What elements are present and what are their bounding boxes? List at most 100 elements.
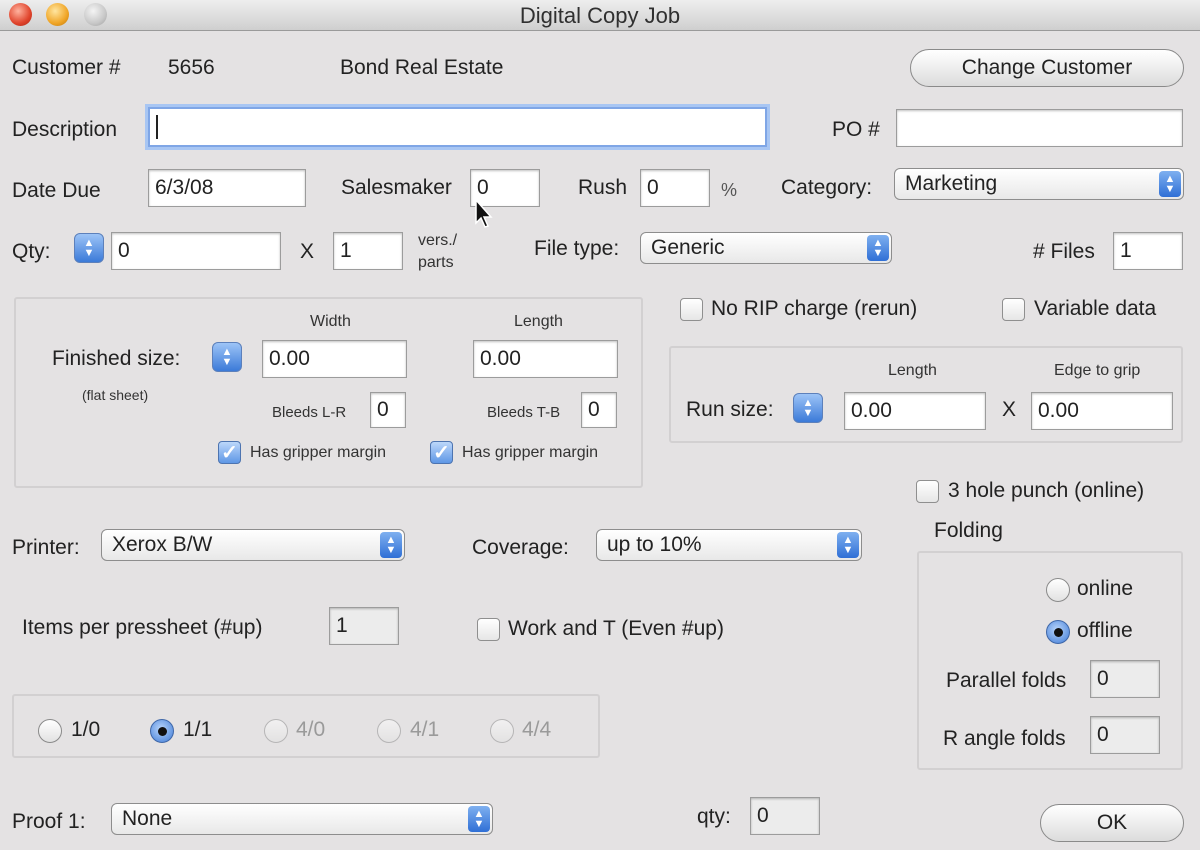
customer-name: Bond Real Estate bbox=[340, 56, 504, 79]
versions-input[interactable]: 1 bbox=[333, 232, 403, 270]
r-angle-folds-label: R angle folds bbox=[943, 727, 1066, 750]
edge-to-grip-input[interactable]: 0.00 bbox=[1031, 392, 1173, 430]
no-rip-checkbox[interactable] bbox=[680, 298, 703, 321]
folding-label: Folding bbox=[934, 519, 1003, 542]
date-due-input[interactable]: 6/3/08 bbox=[148, 169, 306, 207]
color-4-1-label: 4/1 bbox=[410, 718, 440, 741]
category-label: Category: bbox=[781, 176, 873, 199]
change-customer-button[interactable]: Change Customer bbox=[910, 49, 1184, 87]
file-type-popup[interactable]: Generic ▲ ▼ bbox=[640, 232, 892, 264]
files-input[interactable]: 1 bbox=[1113, 232, 1183, 270]
rush-percent-label: % bbox=[721, 180, 738, 200]
color-1-1-label: 1/1 bbox=[183, 718, 213, 741]
category-value: Marketing bbox=[905, 172, 998, 195]
variable-data-checkbox[interactable] bbox=[1002, 298, 1025, 321]
popup-arrows-icon: ▲ ▼ bbox=[380, 532, 402, 558]
bleeds-tb-label: Bleeds T-B bbox=[487, 404, 561, 421]
folding-offline-label: offline bbox=[1077, 619, 1133, 642]
length-header: Length bbox=[514, 313, 563, 330]
bleeds-lr-input[interactable]: 0 bbox=[370, 392, 406, 428]
coverage-value: up to 10% bbox=[607, 533, 702, 556]
items-per-pressheet-input[interactable]: 1 bbox=[329, 607, 399, 645]
description-label: Description bbox=[12, 118, 118, 141]
run-size-label: Run size: bbox=[686, 398, 774, 421]
mouse-cursor-icon bbox=[475, 199, 493, 228]
color-4-0-label: 4/0 bbox=[296, 718, 326, 741]
hole-punch-label: 3 hole punch (online) bbox=[948, 479, 1145, 502]
parts-label: parts bbox=[418, 254, 454, 271]
po-label: PO # bbox=[832, 118, 880, 141]
folding-online-radio[interactable] bbox=[1046, 578, 1070, 602]
popup-arrows-icon: ▲ ▼ bbox=[468, 806, 490, 832]
width-header: Width bbox=[310, 313, 351, 330]
text-cursor bbox=[156, 115, 158, 139]
flat-sheet-label: (flat sheet) bbox=[82, 387, 149, 403]
date-due-label: Date Due bbox=[12, 179, 101, 202]
proof-qty-label: qty: bbox=[697, 805, 731, 828]
qty-x-label: X bbox=[300, 240, 315, 263]
color-1-0-radio[interactable] bbox=[38, 719, 62, 743]
color-4-4-label: 4/4 bbox=[522, 718, 552, 741]
folding-offline-radio[interactable] bbox=[1046, 620, 1070, 644]
finished-length-input[interactable]: 0.00 bbox=[473, 340, 618, 378]
variable-data-label: Variable data bbox=[1034, 297, 1157, 320]
gripper-margin-checkbox-1[interactable]: ✓ bbox=[218, 441, 241, 464]
proof-popup[interactable]: None ▲ ▼ bbox=[111, 803, 493, 835]
finished-width-input[interactable]: 0.00 bbox=[262, 340, 407, 378]
finished-size-stepper[interactable]: ▲ ▼ bbox=[212, 342, 242, 372]
r-angle-folds-input[interactable]: 0 bbox=[1090, 716, 1160, 754]
work-and-t-label: Work and T (Even #up) bbox=[508, 617, 724, 640]
printer-label: Printer: bbox=[12, 536, 80, 559]
parallel-folds-input[interactable]: 0 bbox=[1090, 660, 1160, 698]
color-1-0-label: 1/0 bbox=[71, 718, 101, 741]
proof-qty-input[interactable]: 0 bbox=[750, 797, 820, 835]
gripper-margin-checkbox-2[interactable]: ✓ bbox=[430, 441, 453, 464]
customer-number: 5656 bbox=[168, 56, 215, 79]
hole-punch-checkbox[interactable] bbox=[916, 480, 939, 503]
window-title: Digital Copy Job bbox=[519, 3, 681, 28]
run-length-input[interactable]: 0.00 bbox=[844, 392, 986, 430]
rush-input[interactable]: 0 bbox=[640, 169, 710, 207]
file-type-label: File type: bbox=[534, 237, 620, 260]
run-length-header: Length bbox=[888, 362, 937, 379]
qty-input[interactable]: 0 bbox=[111, 232, 281, 270]
proof-value: None bbox=[122, 807, 173, 830]
files-label: # Files bbox=[1033, 240, 1095, 263]
no-rip-label: No RIP charge (rerun) bbox=[711, 297, 918, 320]
bleeds-tb-input[interactable]: 0 bbox=[581, 392, 617, 428]
popup-arrows-icon: ▲ ▼ bbox=[867, 235, 889, 261]
coverage-popup[interactable]: up to 10% ▲ ▼ bbox=[596, 529, 862, 561]
description-input[interactable] bbox=[148, 107, 767, 147]
work-and-t-checkbox[interactable] bbox=[477, 618, 500, 641]
gripper-margin-label-2: Has gripper margin bbox=[462, 444, 599, 461]
printer-popup[interactable]: Xerox B/W ▲ ▼ bbox=[101, 529, 405, 561]
coverage-label: Coverage: bbox=[472, 536, 569, 559]
gripper-margin-label-1: Has gripper margin bbox=[250, 444, 387, 461]
color-4-1-radio[interactable] bbox=[377, 719, 401, 743]
bleeds-lr-label: Bleeds L-R bbox=[272, 404, 347, 421]
finished-size-label: Finished size: bbox=[52, 347, 181, 370]
parallel-folds-label: Parallel folds bbox=[946, 669, 1067, 692]
popup-arrows-icon: ▲ ▼ bbox=[1159, 171, 1181, 197]
ok-button[interactable]: OK bbox=[1040, 804, 1184, 842]
color-4-0-radio[interactable] bbox=[264, 719, 288, 743]
customer-number-label: Customer # bbox=[12, 56, 121, 79]
folding-online-label: online bbox=[1077, 577, 1134, 600]
items-per-pressheet-label: Items per pressheet (#up) bbox=[22, 616, 263, 639]
rush-label: Rush bbox=[578, 176, 628, 199]
proof-label: Proof 1: bbox=[12, 810, 86, 833]
vers-label: vers./ bbox=[418, 232, 458, 249]
printer-value: Xerox B/W bbox=[112, 533, 213, 556]
color-4-4-radio[interactable] bbox=[490, 719, 514, 743]
qty-stepper[interactable]: ▲ ▼ bbox=[74, 233, 104, 263]
file-type-value: Generic bbox=[651, 236, 725, 259]
color-1-1-radio[interactable] bbox=[150, 719, 174, 743]
popup-arrows-icon: ▲ ▼ bbox=[837, 532, 859, 558]
qty-label: Qty: bbox=[12, 240, 51, 263]
po-input[interactable] bbox=[896, 109, 1183, 147]
salesmaker-label: Salesmaker bbox=[341, 176, 452, 199]
edge-to-grip-header: Edge to grip bbox=[1054, 362, 1141, 379]
category-popup[interactable]: Marketing ▲ ▼ bbox=[894, 168, 1184, 200]
run-size-stepper[interactable]: ▲ ▼ bbox=[793, 393, 823, 423]
run-x-label: X bbox=[1002, 398, 1017, 421]
